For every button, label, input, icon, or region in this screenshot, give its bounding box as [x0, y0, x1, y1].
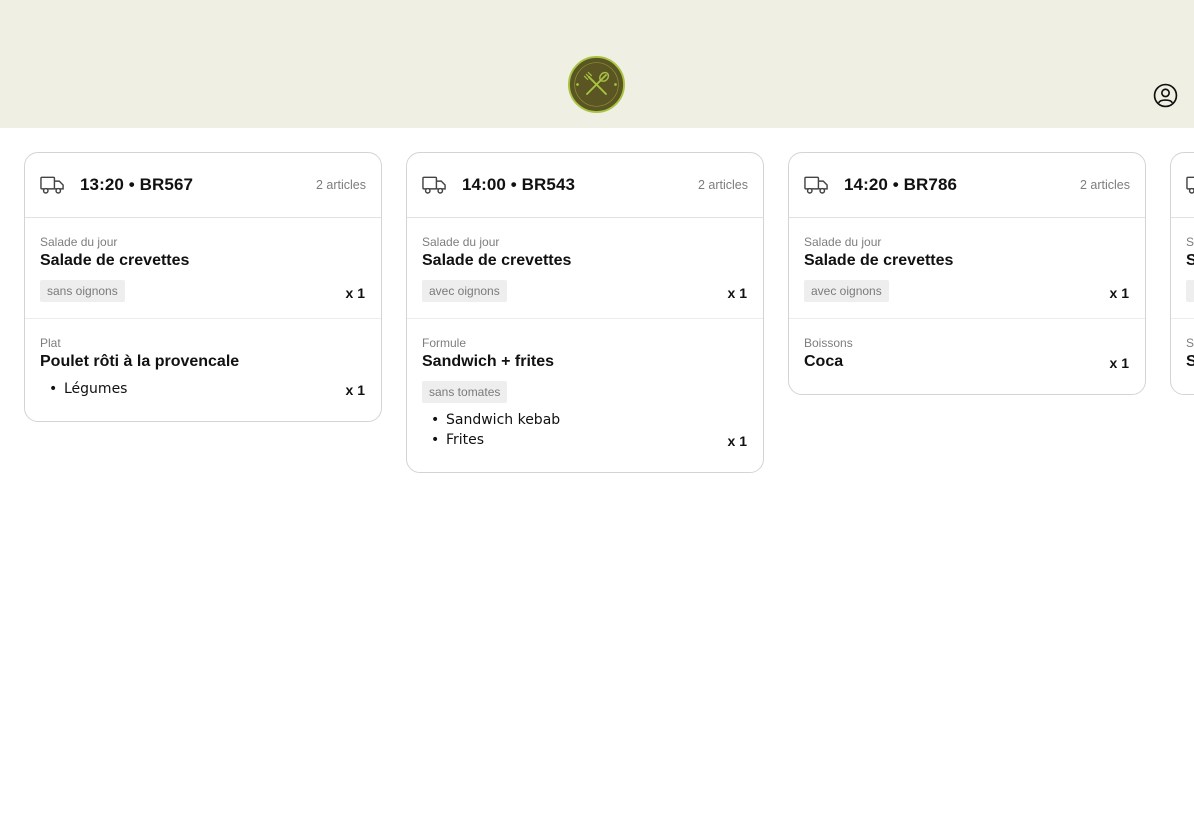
- order-line-item[interactable]: Salade du jour Salade de crevettes avec …: [407, 218, 763, 319]
- order-line-item[interactable]: S S: [1171, 319, 1194, 394]
- item-components: Légumes: [40, 379, 366, 399]
- order-card[interactable]: S S S S: [1170, 152, 1194, 395]
- item-quantity: x 1: [1109, 355, 1129, 371]
- top-bar: [0, 0, 1194, 128]
- item-modifier-tag: [1186, 280, 1194, 302]
- order-line-item[interactable]: Boissons Coca x 1: [789, 319, 1145, 394]
- order-card-header: 13:20 • BR567 2 articles: [25, 153, 381, 218]
- item-name: Salade de crevettes: [40, 252, 190, 269]
- item-name: S: [1186, 251, 1194, 271]
- order-line-item[interactable]: Salade du jour Salade de crevettes avec …: [789, 218, 1145, 319]
- order-line-item[interactable]: S S: [1171, 218, 1194, 319]
- item-name: S: [1186, 352, 1194, 372]
- orders-board: 13:20 • BR567 2 articles Salade du jour …: [24, 152, 1194, 834]
- item-component: Sandwich kebab: [431, 410, 748, 430]
- order-item-count: 2 articles: [1079, 178, 1130, 192]
- order-line-item[interactable]: Plat Poulet rôti à la provencale Légumes…: [25, 319, 381, 421]
- item-name: Sandwich + frites: [422, 353, 555, 370]
- item-category: Boissons: [804, 336, 853, 350]
- user-account-icon[interactable]: [1153, 83, 1178, 108]
- item-quantity: x 1: [727, 433, 747, 449]
- order-time-and-id: 13:20 • BR567: [80, 175, 194, 194]
- order-time-and-id: 14:00 • BR543: [462, 175, 576, 194]
- delivery-truck-icon: [804, 176, 828, 194]
- item-name: Salade de crevettes: [804, 252, 954, 269]
- item-quantity: x 1: [1109, 285, 1129, 301]
- item-component: Légumes: [49, 379, 366, 399]
- restaurant-logo: [568, 56, 625, 113]
- item-category: S: [1186, 336, 1194, 350]
- item-quantity: x 1: [345, 382, 365, 398]
- item-component: Frites: [431, 430, 748, 450]
- item-quantity: x 1: [727, 285, 747, 301]
- delivery-truck-icon: [1186, 176, 1194, 194]
- item-category: S: [1186, 235, 1194, 249]
- order-line-item[interactable]: Formule Sandwich + frites sans tomates S…: [407, 319, 763, 472]
- item-name: Salade de crevettes: [422, 252, 572, 269]
- item-category: Salade du jour: [804, 235, 882, 249]
- item-category: Salade du jour: [422, 235, 500, 249]
- item-modifier-tag: sans oignons: [40, 280, 125, 302]
- order-card-header: [1171, 153, 1194, 218]
- order-card-header: 14:00 • BR543 2 articles: [407, 153, 763, 218]
- order-card-header: 14:20 • BR786 2 articles: [789, 153, 1145, 218]
- order-card[interactable]: 14:20 • BR786 2 articles Salade du jour …: [788, 152, 1146, 395]
- item-category: Plat: [40, 336, 61, 350]
- order-card[interactable]: 13:20 • BR567 2 articles Salade du jour …: [24, 152, 382, 422]
- item-modifier-tag: avec oignons: [422, 280, 507, 302]
- order-card[interactable]: 14:00 • BR543 2 articles Salade du jour …: [406, 152, 764, 473]
- item-modifier-tag: sans tomates: [422, 381, 508, 403]
- item-name: Poulet rôti à la provencale: [40, 353, 240, 370]
- order-time-and-id: 14:20 • BR786: [844, 175, 958, 194]
- item-modifier-tag: avec oignons: [804, 280, 889, 302]
- item-category: Formule: [422, 336, 467, 350]
- item-category: Salade du jour: [40, 235, 118, 249]
- order-line-item[interactable]: Salade du jour Salade de crevettes sans …: [25, 218, 381, 319]
- delivery-truck-icon: [40, 176, 64, 194]
- item-quantity: x 1: [345, 285, 365, 301]
- delivery-truck-icon: [422, 176, 446, 194]
- order-item-count: 2 articles: [697, 178, 748, 192]
- item-components: Sandwich kebab Frites: [422, 410, 748, 450]
- item-name: Coca: [804, 353, 844, 370]
- order-item-count: 2 articles: [315, 178, 366, 192]
- order-cards: 13:20 • BR567 2 articles Salade du jour …: [24, 152, 1194, 473]
